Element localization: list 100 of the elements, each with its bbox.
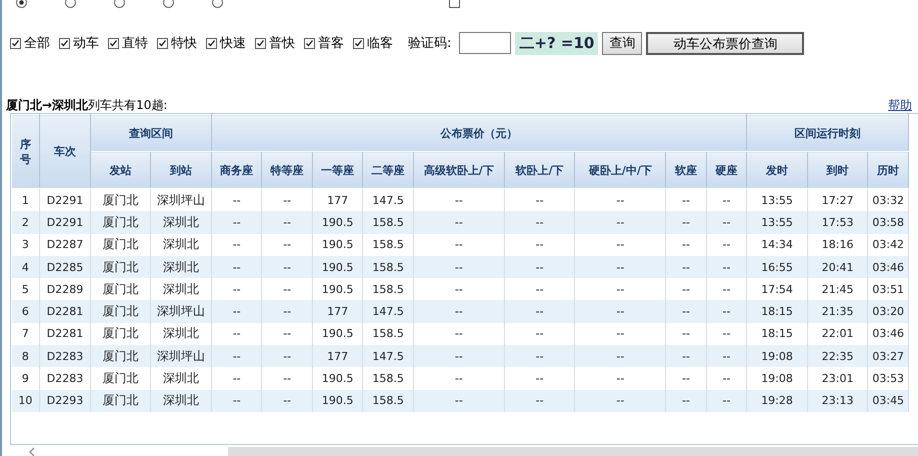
radio-button[interactable]	[65, 0, 76, 8]
captcha-input[interactable]	[459, 32, 512, 54]
table-cell: 147.5	[362, 300, 414, 323]
scrollbar-thumb[interactable]	[228, 447, 918, 456]
table-cell: 13:55	[746, 211, 808, 234]
table-cell: --	[666, 300, 706, 323]
radio-button[interactable]	[16, 0, 27, 8]
table-cell: --	[666, 211, 706, 234]
radio-button[interactable]	[114, 0, 125, 8]
checkbox-label: 普客	[318, 34, 344, 52]
table-cell: --	[706, 390, 747, 412]
table-cell: --	[574, 390, 666, 412]
table-cell: --	[413, 211, 504, 234]
table-cell: --	[666, 345, 706, 368]
header-cell: 高级软卧上/下	[413, 152, 504, 188]
header-cell: 查询区间	[90, 114, 212, 152]
checkbox[interactable]	[59, 38, 70, 48]
table-cell: --	[706, 256, 747, 278]
table-cell: --	[504, 345, 575, 368]
checkbox[interactable]	[449, 0, 460, 8]
header-cell: 发时	[746, 152, 808, 188]
table-cell: --	[504, 211, 575, 234]
table-cell: 厦门北	[90, 345, 151, 368]
table-cell: --	[262, 345, 312, 368]
table-cell: 21:35	[807, 300, 868, 323]
table-cell: --	[706, 345, 747, 368]
header-cell: 到时	[807, 152, 868, 188]
table-cell: --	[211, 390, 262, 412]
header-cell: 软卧上/下	[504, 152, 575, 188]
table-cell: 177	[312, 300, 363, 323]
table-cell: 20:41	[807, 256, 868, 278]
table-cell: --	[706, 211, 747, 234]
table-cell: 190.5	[312, 390, 363, 412]
table-cell: 147.5	[362, 345, 414, 368]
table-cell: 03:27	[868, 345, 908, 368]
table-cell: 19:08	[746, 345, 808, 368]
checkbox[interactable]	[108, 38, 119, 48]
checkbox[interactable]	[304, 38, 315, 48]
table-cell: D2283	[40, 345, 90, 368]
table-cell: 厦门北	[90, 211, 151, 234]
checkbox-label: 特快	[171, 35, 197, 52]
checkbox-label: 全部	[24, 35, 50, 52]
table-cell: D2291	[40, 211, 90, 234]
checkbox-label: 动车	[73, 35, 99, 52]
table-cell: --	[211, 256, 262, 278]
table-cell: D2285	[40, 256, 90, 278]
header-cell: 到站	[150, 152, 212, 188]
table-cell: 03:46	[868, 256, 908, 278]
header-cell: 发站	[90, 152, 151, 188]
table-cell: 6	[12, 300, 40, 323]
header-cell: 硬卧上/中/下	[574, 152, 666, 188]
table-cell: 190.5	[312, 211, 363, 234]
checkbox-label: 直特	[122, 35, 148, 52]
table-cell: 03:45	[868, 390, 908, 412]
table-cell: 10	[12, 390, 40, 412]
table-cell: --	[504, 390, 575, 412]
result-title: 厦门北→深圳北列车共有10趟:	[6, 97, 168, 113]
table-cell: --	[666, 390, 706, 412]
help-link[interactable]: 帮助	[888, 97, 912, 113]
checkbox-label: 临客	[367, 35, 393, 52]
checkbox[interactable]	[10, 38, 21, 48]
header-cell: 特等座	[262, 152, 312, 188]
header-cell: 公布票价（元）	[211, 114, 747, 152]
table-cell: --	[262, 300, 312, 323]
table-cell: 厦门北	[90, 256, 151, 278]
checkbox[interactable]	[206, 38, 217, 48]
table-cell: --	[211, 300, 262, 323]
table-cell: 深圳坪山	[150, 300, 212, 323]
fare-query-button[interactable]: 动车公布票价查询	[646, 32, 804, 54]
table-cell: --	[504, 300, 575, 323]
table-cell: --	[706, 300, 747, 323]
radio-button[interactable]	[163, 0, 174, 8]
checkbox-label: 普快	[269, 34, 295, 52]
table-cell: --	[413, 256, 504, 278]
table-cell: --	[262, 211, 312, 234]
query-button[interactable]: 查询	[602, 32, 642, 54]
table-cell: 23:13	[807, 390, 868, 412]
checkbox[interactable]	[157, 38, 168, 48]
header-cell: 软座	[666, 152, 706, 188]
table-cell: 16:55	[746, 256, 808, 278]
header-cell: 一等座	[312, 152, 363, 188]
table-cell: 深圳坪山	[150, 345, 212, 368]
table-cell: D2281	[40, 300, 90, 323]
table-cell: 2	[12, 211, 40, 234]
checkbox[interactable]	[353, 38, 364, 48]
table-cell: 158.5	[362, 390, 414, 412]
table-cell: --	[574, 211, 666, 234]
checkbox[interactable]	[255, 38, 266, 48]
table-cell: --	[211, 211, 262, 234]
table-cell: --	[413, 390, 504, 412]
table-cell: 158.5	[362, 211, 414, 234]
table-cell: 18:15	[746, 300, 808, 323]
table-cell: 19:28	[746, 390, 808, 412]
header-cell: 车次	[40, 114, 90, 188]
radio-button[interactable]	[212, 0, 223, 8]
table-cell: 厦门北	[90, 390, 151, 412]
header-cell: 序号	[12, 114, 40, 188]
table-cell: 03:20	[868, 300, 908, 323]
table-cell: 8	[12, 345, 40, 368]
table-cell: --	[504, 256, 575, 278]
